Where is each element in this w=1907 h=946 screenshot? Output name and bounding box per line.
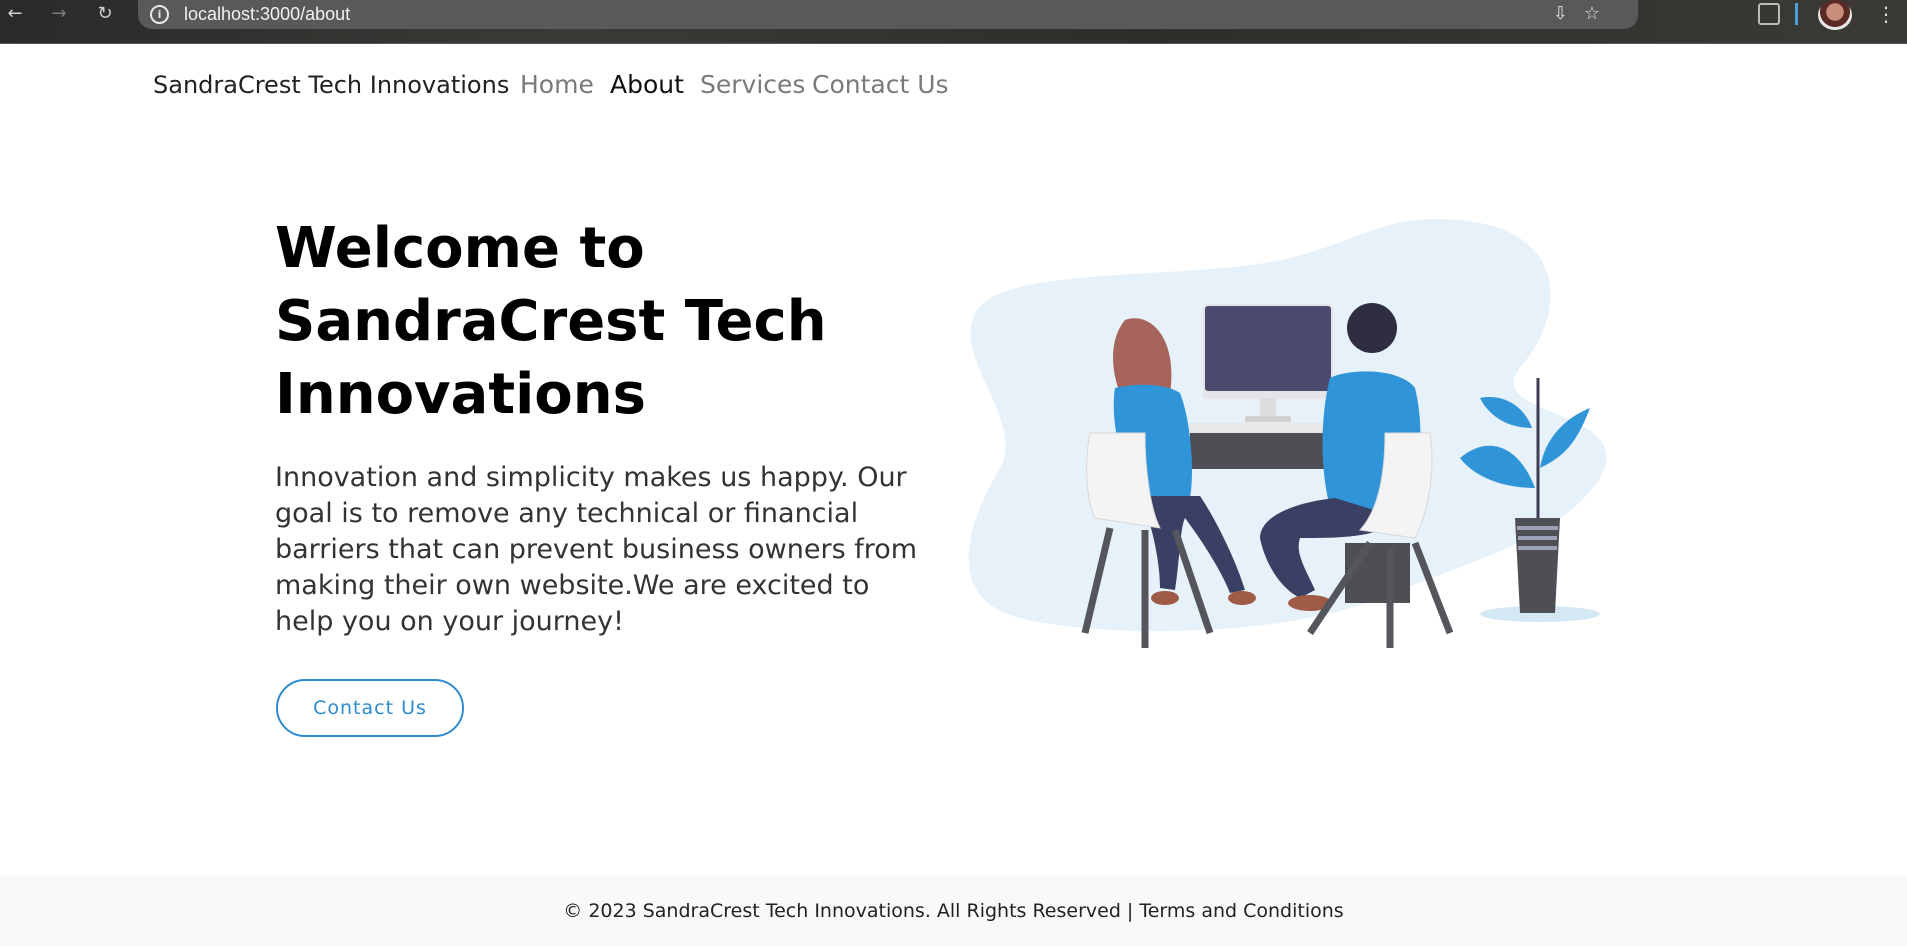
hero-description: Innovation and simplicity makes us happy… <box>275 462 918 637</box>
footer-copyright: © 2023 SandraCrest Tech Innovations. All… <box>563 900 1134 922</box>
site-footer: © 2023 SandraCrest Tech Innovations. All… <box>0 876 1907 946</box>
team-at-computer-illustration <box>968 218 1607 648</box>
bookmark-star-icon[interactable]: ☆ <box>1584 3 1600 24</box>
plant-pot-stripe <box>1518 546 1557 550</box>
nav-link-about[interactable]: About <box>610 70 684 99</box>
site-navbar: SandraCrest Tech Innovations Home About … <box>0 43 1907 129</box>
plant-pot <box>1515 518 1560 613</box>
monitor-base <box>1245 416 1291 422</box>
address-bar[interactable]: i localhost:3000/about ⇩ ☆ <box>138 0 1638 29</box>
nav-link-contact-us[interactable]: Contact Us <box>812 70 949 99</box>
nav-link-services[interactable]: Services <box>700 70 805 99</box>
forward-arrow-icon[interactable]: → <box>48 3 70 25</box>
desk-body <box>1190 433 1340 469</box>
man-head <box>1347 303 1397 353</box>
plant-pot-stripe <box>1517 526 1558 530</box>
terms-and-conditions-link[interactable]: Terms and Conditions <box>1139 900 1343 922</box>
page-title: Welcome to SandraCrest Tech Innovations <box>275 216 827 427</box>
url-text[interactable]: localhost:3000/about <box>184 4 350 25</box>
monitor-screen <box>1205 306 1331 391</box>
extensions-icon[interactable] <box>1758 3 1780 25</box>
menu-icon[interactable]: ⋮ <box>1876 2 1896 26</box>
install-app-icon[interactable]: ⇩ <box>1553 3 1568 24</box>
back-arrow-icon[interactable]: ← <box>4 3 26 25</box>
profile-avatar[interactable] <box>1818 0 1852 30</box>
woman-shoe-left <box>1151 591 1179 605</box>
woman-shoe-right <box>1228 591 1256 605</box>
contact-us-button[interactable]: Contact Us <box>276 679 464 737</box>
brand-link[interactable]: SandraCrest Tech Innovations <box>153 71 509 99</box>
nav-link-home[interactable]: Home <box>520 70 594 99</box>
plant-pot-stripe <box>1518 536 1557 540</box>
man-chair-base <box>1345 543 1410 603</box>
site-info-icon[interactable]: i <box>150 5 169 24</box>
browser-toolbar: ← → ↻ i localhost:3000/about ⇩ ☆ ⋮ <box>0 0 1907 44</box>
reload-icon[interactable]: ↻ <box>94 3 116 25</box>
desk-top <box>1185 423 1345 433</box>
extension-pin-indicator <box>1795 3 1798 25</box>
